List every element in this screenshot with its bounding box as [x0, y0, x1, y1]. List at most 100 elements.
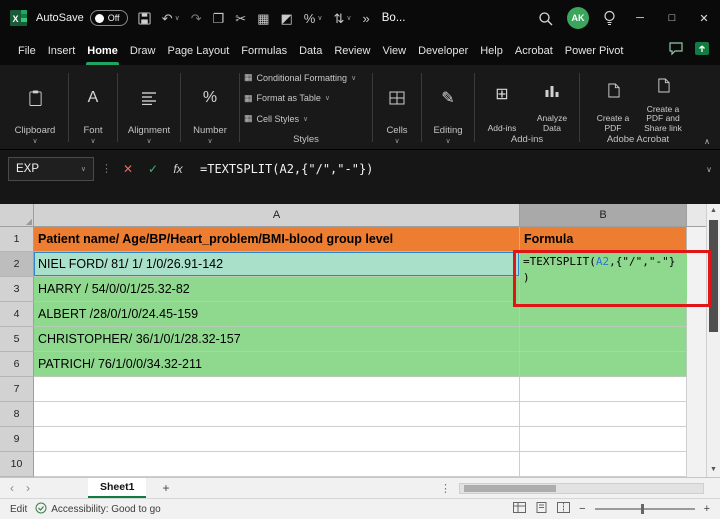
- font-group-button[interactable]: A Font ∨: [71, 68, 115, 147]
- cells-group-button[interactable]: Cells ∨: [375, 68, 419, 147]
- avatar[interactable]: AK: [567, 7, 589, 29]
- cell-b6[interactable]: [520, 352, 687, 377]
- row-header-2[interactable]: 2: [0, 252, 34, 277]
- autosave-control[interactable]: AutoSave Off: [36, 10, 128, 26]
- share-icon[interactable]: [694, 41, 710, 61]
- sort-caret-icon[interactable]: ∨: [346, 14, 351, 22]
- autosave-toggle[interactable]: Off: [89, 10, 128, 26]
- cell-a2[interactable]: NIEL FORD/ 81/ 1/ 1/0/26.91-142: [34, 252, 520, 277]
- row-header-8[interactable]: 8: [0, 402, 34, 427]
- cell-styles-button[interactable]: ▦ Cell Styles ∨: [244, 113, 368, 124]
- horizontal-scroll-thumb[interactable]: [464, 484, 556, 492]
- enter-button[interactable]: ✓: [144, 157, 162, 181]
- new-sheet-button[interactable]: +: [162, 481, 169, 495]
- fill-color-button[interactable]: ◩: [281, 12, 293, 25]
- select-all-button[interactable]: ◢: [0, 204, 34, 227]
- cell-a10[interactable]: [34, 452, 520, 477]
- tab-acrobat[interactable]: Acrobat: [509, 36, 559, 65]
- sort-filter-button[interactable]: ⇅: [333, 12, 344, 25]
- cut-button[interactable]: ✂: [235, 12, 246, 25]
- cell-b4[interactable]: [520, 302, 687, 327]
- zoom-slider[interactable]: [594, 504, 695, 514]
- tab-file[interactable]: File: [12, 36, 42, 65]
- zoom-slider-thumb[interactable]: [640, 504, 644, 514]
- search-icon[interactable]: [538, 11, 553, 26]
- cell-b8[interactable]: [520, 402, 687, 427]
- cell-a1[interactable]: Patient name/ Age/BP/Heart_problem/BMI-b…: [34, 227, 520, 252]
- row-header-4[interactable]: 4: [0, 302, 34, 327]
- cell-b2-editing-overlay[interactable]: =TEXTSPLIT(A2,{"/","-"} ): [520, 252, 687, 302]
- quick-access-overflow-button[interactable]: »: [363, 12, 370, 25]
- tab-formulas[interactable]: Formulas: [235, 36, 293, 65]
- lightbulb-icon[interactable]: [603, 10, 616, 26]
- redo-button[interactable]: ↷: [191, 12, 202, 25]
- minimize-button[interactable]: ─: [624, 0, 656, 36]
- cell-b1[interactable]: Formula: [520, 227, 687, 252]
- alignment-group-button[interactable]: Alignment ∨: [120, 68, 178, 147]
- prev-sheet-icon[interactable]: ‹: [10, 481, 14, 495]
- cell-a4[interactable]: ALBERT /28/0/1/0/24.45-159: [34, 302, 520, 327]
- save-button[interactable]: [138, 11, 151, 25]
- tab-page-layout[interactable]: Page Layout: [161, 36, 235, 65]
- sheet-tab-sheet1[interactable]: Sheet1: [88, 478, 147, 498]
- next-sheet-icon[interactable]: ›: [26, 481, 30, 495]
- zoom-out-button[interactable]: −: [579, 503, 585, 515]
- formula-input[interactable]: =TEXTSPLIT(A2,{"/","-"}): [194, 157, 699, 181]
- name-box-caret-icon[interactable]: ∨: [81, 165, 86, 173]
- cell-a6[interactable]: PATRICH/ 76/1/0/0/34.32-211: [34, 352, 520, 377]
- cell-a5[interactable]: CHRISTOPHER/ 36/1/0/1/28.32-157: [34, 327, 520, 352]
- maximize-button[interactable]: □: [656, 0, 688, 36]
- tab-view[interactable]: View: [376, 36, 412, 65]
- cell-a3[interactable]: HARRY / 54/0/0/1/25.32-82: [34, 277, 520, 302]
- cell-b9[interactable]: [520, 427, 687, 452]
- collapse-ribbon-button[interactable]: ∧: [704, 137, 710, 146]
- create-pdf-share-button[interactable]: Create a PDF and Share link: [640, 70, 686, 134]
- format-as-table-button[interactable]: ▦ Format as Table ∨: [244, 93, 368, 104]
- view-page-layout-icon[interactable]: [535, 502, 548, 516]
- tab-home[interactable]: Home: [81, 36, 124, 65]
- undo-button[interactable]: ↶: [162, 12, 173, 25]
- tab-power-pivot[interactable]: Power Pivot: [559, 36, 630, 65]
- editing-group-button[interactable]: ✎ Editing ∨: [424, 68, 472, 147]
- create-pdf-button[interactable]: Create a PDF: [590, 70, 636, 134]
- cell-b7[interactable]: [520, 377, 687, 402]
- row-header-3[interactable]: 3: [0, 277, 34, 302]
- tab-data[interactable]: Data: [293, 36, 328, 65]
- cell-a7[interactable]: [34, 377, 520, 402]
- analyze-data-button[interactable]: Analyze Data: [529, 70, 575, 134]
- addins-button[interactable]: ⊞ Add-ins: [479, 70, 525, 134]
- tab-draw[interactable]: Draw: [124, 36, 162, 65]
- tab-developer[interactable]: Developer: [412, 36, 474, 65]
- accessibility-status[interactable]: Accessibility: Good to go: [35, 502, 161, 517]
- zoom-in-button[interactable]: +: [704, 503, 710, 515]
- scroll-down-icon[interactable]: ▼: [707, 463, 720, 477]
- expand-formula-bar-icon[interactable]: ∨: [706, 165, 712, 174]
- row-header-10[interactable]: 10: [0, 452, 34, 477]
- view-page-break-icon[interactable]: [557, 502, 571, 516]
- conditional-formatting-button[interactable]: ▦ Conditional Formatting ∨: [244, 72, 368, 83]
- row-header-7[interactable]: 7: [0, 377, 34, 402]
- close-button[interactable]: ✕: [688, 0, 720, 36]
- number-group-button[interactable]: % Number ∨: [183, 68, 237, 147]
- cell-a8[interactable]: [34, 402, 520, 427]
- percent-caret-icon[interactable]: ∨: [317, 14, 322, 22]
- row-header-1[interactable]: 1: [0, 227, 34, 252]
- vertical-scroll-thumb[interactable]: [709, 220, 718, 332]
- horizontal-scrollbar[interactable]: [459, 482, 704, 494]
- column-header-b[interactable]: B: [520, 204, 687, 227]
- percent-style-button[interactable]: %: [304, 12, 316, 25]
- cancel-button[interactable]: ✕: [119, 157, 137, 181]
- row-header-5[interactable]: 5: [0, 327, 34, 352]
- view-normal-icon[interactable]: [513, 502, 527, 516]
- copy-button[interactable]: ❐: [213, 12, 225, 25]
- undo-caret-icon[interactable]: ∨: [175, 14, 180, 22]
- cell-a9[interactable]: [34, 427, 520, 452]
- vertical-scrollbar[interactable]: ▲ ▼: [706, 204, 720, 477]
- tab-insert[interactable]: Insert: [42, 36, 82, 65]
- tab-help[interactable]: Help: [474, 36, 509, 65]
- clipboard-group-button[interactable]: Clipboard ∨: [4, 68, 66, 147]
- row-header-6[interactable]: 6: [0, 352, 34, 377]
- picture-button[interactable]: ▦: [257, 12, 269, 25]
- comments-icon[interactable]: [668, 41, 684, 61]
- tab-review[interactable]: Review: [328, 36, 376, 65]
